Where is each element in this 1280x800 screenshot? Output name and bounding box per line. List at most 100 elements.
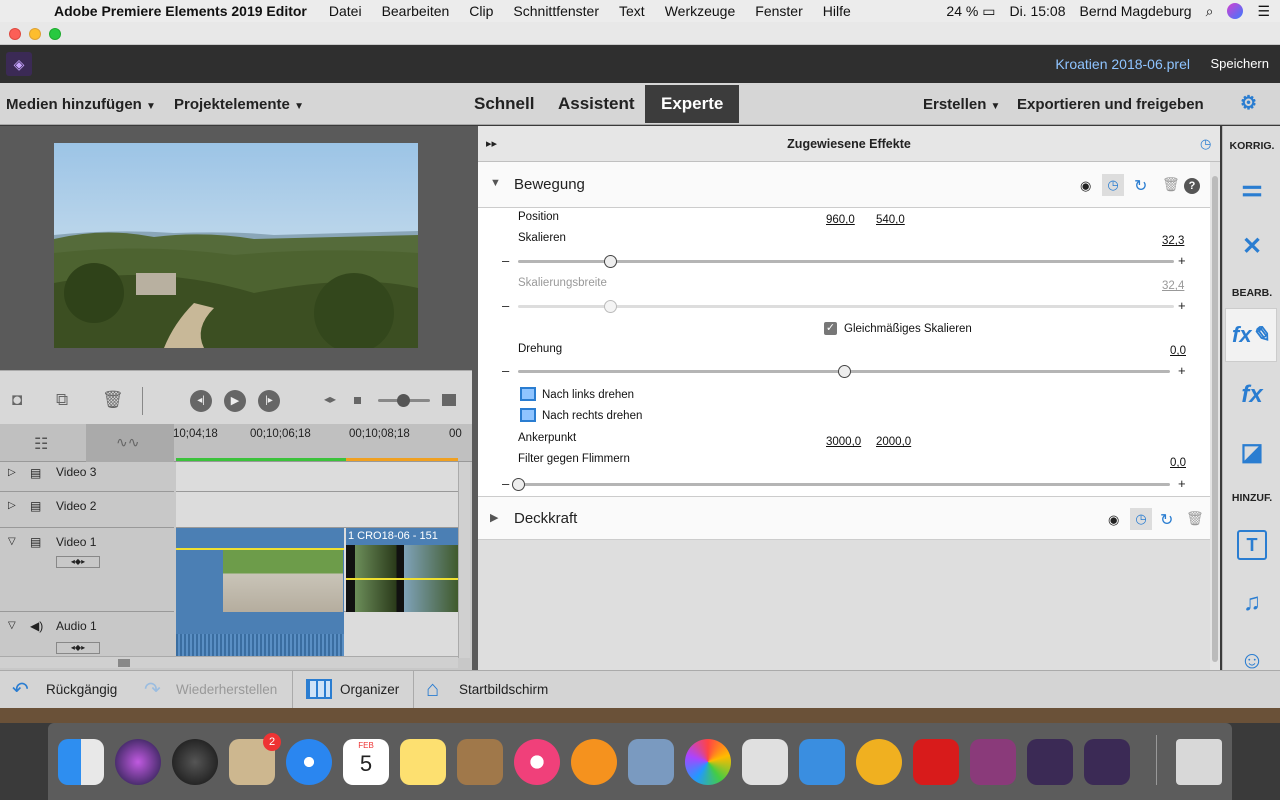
scissors-icon[interactable]: [742, 739, 788, 785]
create-menu[interactable]: Erstellen ▼: [923, 96, 1000, 113]
collapse-icon[interactable]: ▽: [8, 620, 16, 631]
stopwatch-icon[interactable]: ◷: [1130, 508, 1152, 530]
track-video-3[interactable]: ▷ ▤ Video 3: [0, 462, 174, 492]
menu-werkzeuge[interactable]: Werkzeuge: [665, 3, 736, 19]
zoom-in-icon[interactable]: [442, 394, 456, 406]
rotate-left-icon[interactable]: [520, 387, 536, 401]
menu-text[interactable]: Text: [619, 3, 645, 19]
trash-icon[interactable]: 🗑: [1162, 176, 1180, 193]
safari-icon[interactable]: [286, 739, 332, 785]
menu-clip[interactable]: Clip: [469, 3, 493, 19]
app-name-menu[interactable]: Adobe Premiere Elements 2019 Editor: [54, 3, 307, 19]
photoshop-elements-icon[interactable]: [970, 739, 1016, 785]
battery-status[interactable]: 24 % ▭: [946, 3, 995, 20]
position-x-value[interactable]: 960,0: [826, 214, 855, 226]
timeline-horizontal-scrollbar[interactable]: [0, 656, 458, 668]
organizer-icon[interactable]: [306, 679, 332, 699]
menu-fenster[interactable]: Fenster: [755, 3, 802, 19]
rotation-value[interactable]: 0,0: [1170, 345, 1186, 357]
preview-icon[interactable]: [628, 739, 674, 785]
clock[interactable]: Di. 15:08: [1009, 3, 1065, 19]
camera-icon[interactable]: ◘: [12, 390, 22, 410]
scale-minus-icon[interactable]: –: [502, 253, 509, 268]
rotate-left-button[interactable]: Nach links drehen: [542, 389, 634, 401]
step-forward-icon[interactable]: |▸: [258, 390, 280, 412]
launchpad-icon[interactable]: [172, 739, 218, 785]
track-video-2[interactable]: ▷ ▤ Video 2: [0, 492, 174, 528]
titles-icon[interactable]: T: [1237, 530, 1267, 560]
sync-icon[interactable]: [856, 739, 902, 785]
zoom-window-button[interactable]: [49, 28, 61, 40]
rotate-right-icon[interactable]: [520, 408, 536, 422]
scrollbar-thumb[interactable]: [1212, 176, 1218, 662]
tab-experte[interactable]: Experte: [645, 85, 740, 123]
track-layout-icon[interactable]: ☷: [34, 434, 48, 454]
calendar-icon[interactable]: FEB 5: [343, 739, 389, 785]
tab-schnell[interactable]: Schnell: [474, 85, 534, 123]
timeline-vertical-scrollbar[interactable]: [458, 462, 470, 658]
menu-schnittfenster[interactable]: Schnittfenster: [513, 3, 599, 19]
track-area-video-3[interactable]: [176, 462, 458, 492]
video-clip-2[interactable]: 1 CRO18-06 - 151: [346, 528, 458, 612]
scale-value[interactable]: 32,3: [1162, 235, 1184, 247]
zoom-out-icon[interactable]: [354, 397, 361, 404]
app-icon[interactable]: [799, 739, 845, 785]
photos-icon[interactable]: [685, 739, 731, 785]
reset-icon[interactable]: ↻: [1134, 176, 1147, 196]
save-button[interactable]: Speichern: [1210, 56, 1269, 71]
flicker-minus-icon[interactable]: –: [502, 476, 509, 491]
siri-icon[interactable]: [115, 739, 161, 785]
trash-icon[interactable]: 🗑: [102, 390, 124, 410]
reset-icon[interactable]: ↻: [1160, 510, 1173, 530]
rotation-minus-icon[interactable]: –: [502, 363, 509, 378]
help-icon[interactable]: ?: [1184, 178, 1200, 194]
step-back-icon[interactable]: ◂|: [190, 390, 212, 412]
menu-hilfe[interactable]: Hilfe: [823, 3, 851, 19]
flicker-slider-knob[interactable]: [512, 478, 525, 491]
home-icon[interactable]: ⌂: [426, 676, 439, 702]
track-audio-1[interactable]: ▽ ◀) Audio 1 ◂◆▸: [0, 612, 174, 656]
effects-scrollbar[interactable]: [1210, 162, 1220, 670]
track-video-1[interactable]: ▽ ▤ Video 1 ◂◆▸: [0, 528, 174, 612]
scrollbar-thumb[interactable]: [118, 659, 130, 667]
scale-slider-knob[interactable]: [603, 255, 617, 268]
preview-frame-image[interactable]: [54, 143, 418, 348]
trash-icon[interactable]: 🗑: [1186, 510, 1204, 527]
expand-icon[interactable]: ▷: [8, 467, 16, 478]
close-window-button[interactable]: [9, 28, 21, 40]
acrobat-icon[interactable]: [913, 739, 959, 785]
minimize-window-button[interactable]: [29, 28, 41, 40]
adjust-sliders-icon[interactable]: ⚌: [1237, 174, 1267, 204]
audio-mixer-button[interactable]: ∿∿: [86, 424, 174, 462]
undo-icon[interactable]: ↶: [12, 677, 29, 702]
notes-icon[interactable]: [400, 739, 446, 785]
home-screen-button[interactable]: Startbildschirm: [459, 682, 548, 697]
collapse-icon[interactable]: ▽: [8, 536, 16, 547]
keyframe-nav[interactable]: ◂◆▸: [56, 642, 100, 654]
menu-list-icon[interactable]: ☰: [1257, 3, 1270, 20]
audio-meter-icon[interactable]: ◂▸: [324, 392, 336, 406]
contacts-icon[interactable]: [457, 739, 503, 785]
expand-icon[interactable]: ▷: [8, 500, 16, 511]
trash-icon[interactable]: [1176, 739, 1222, 785]
collapse-icon[interactable]: ▼: [490, 177, 501, 189]
track-area-video-1[interactable]: 1 CRO18-06 - 151: [176, 528, 458, 612]
add-media-menu[interactable]: Medien hinzufügen ▼: [6, 96, 156, 113]
rotation-slider-knob[interactable]: [838, 365, 851, 378]
menu-datei[interactable]: Datei: [329, 3, 362, 19]
rotation-plus-icon[interactable]: +: [1178, 363, 1186, 378]
music-icon[interactable]: ♫: [1237, 588, 1267, 618]
transitions-icon[interactable]: ◪: [1237, 438, 1267, 468]
track-area-audio-1[interactable]: [176, 612, 458, 656]
keyframe-toggle-icon[interactable]: ◷: [1200, 136, 1211, 152]
uniform-scale-checkbox[interactable]: ✓: [824, 322, 837, 335]
books-icon[interactable]: [571, 739, 617, 785]
track-area-video-2[interactable]: [176, 492, 458, 528]
tab-assistent[interactable]: Assistent: [558, 85, 635, 123]
organizer-button[interactable]: Organizer: [340, 682, 399, 697]
menu-bearbeiten[interactable]: Bearbeiten: [382, 3, 450, 19]
user-name[interactable]: Bernd Magdeburg: [1080, 3, 1192, 19]
project-elements-menu[interactable]: Projektelemente ▼: [174, 96, 304, 113]
undo-button[interactable]: Rückgängig: [46, 682, 117, 697]
play-icon[interactable]: ▶: [224, 390, 246, 412]
